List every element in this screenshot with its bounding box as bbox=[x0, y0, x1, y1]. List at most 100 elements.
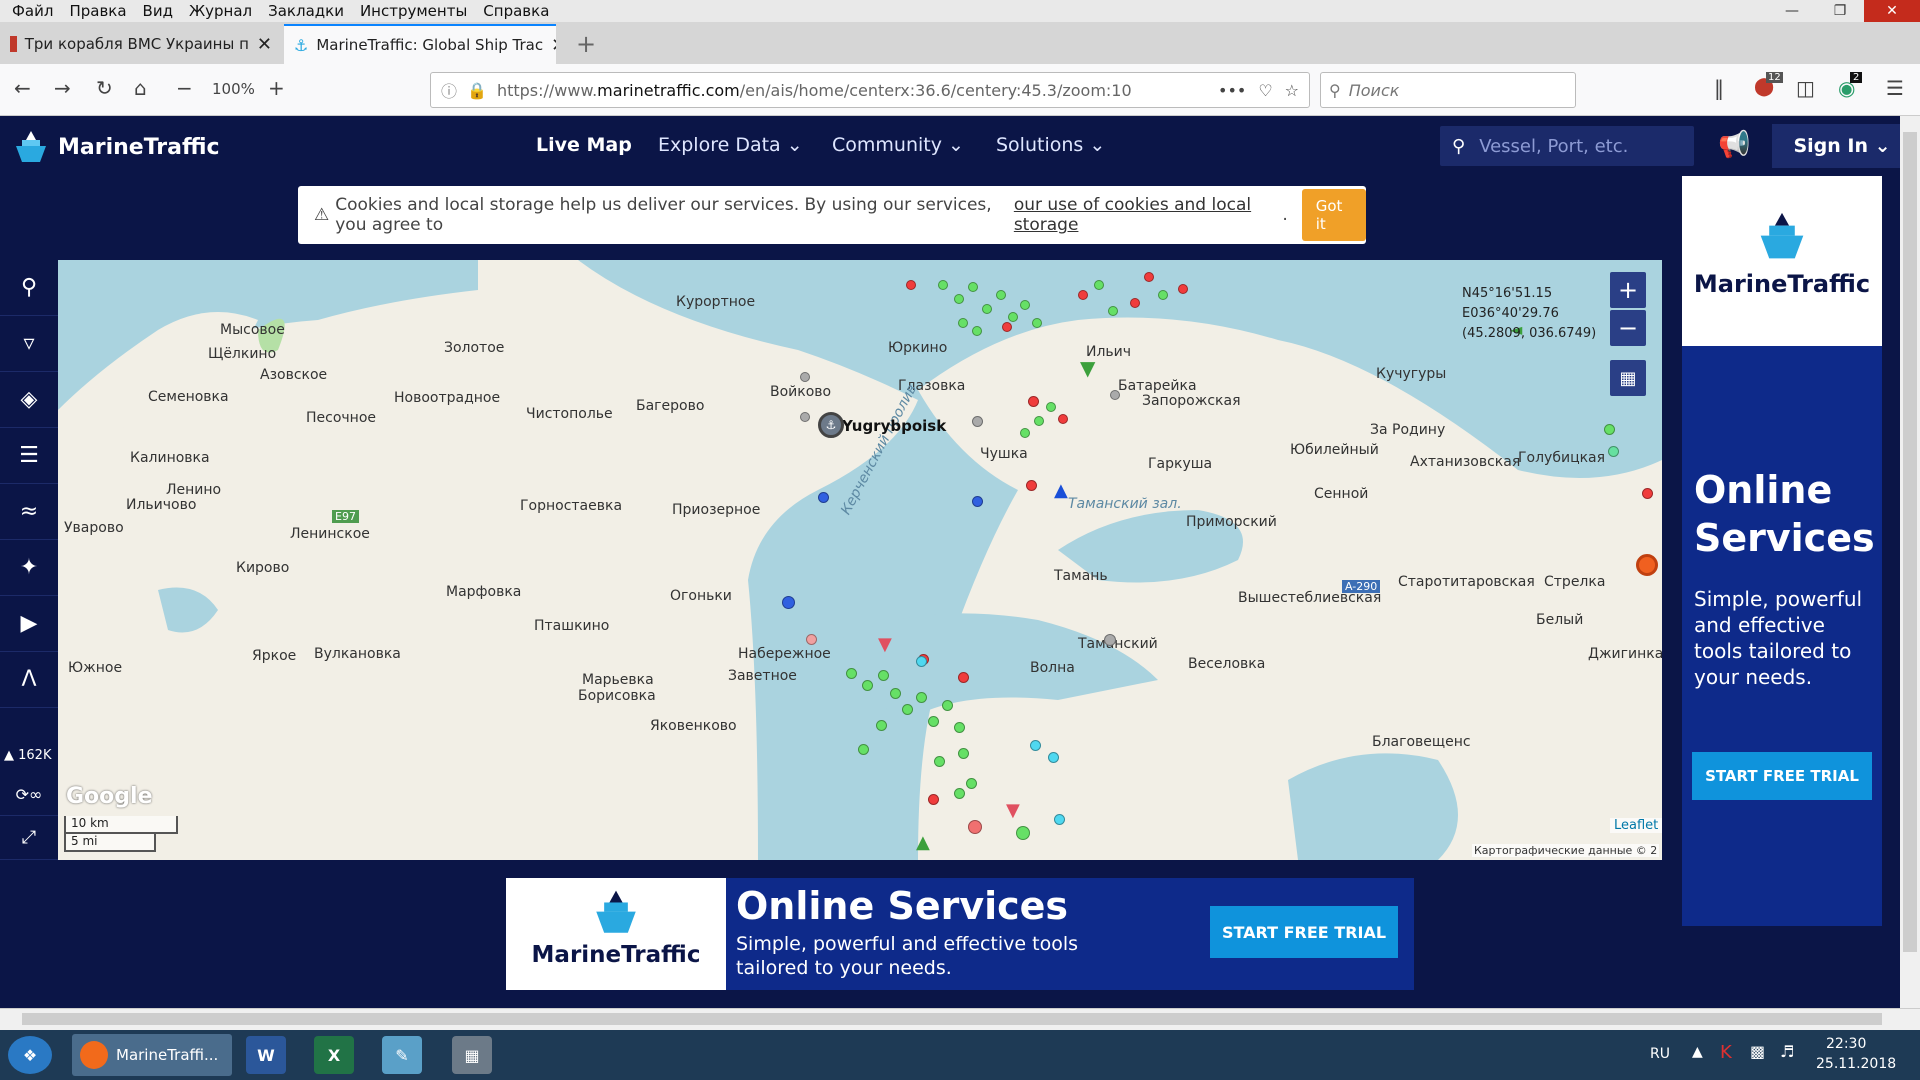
ship-arrow-icon[interactable]: ▼ bbox=[1080, 356, 1095, 380]
vessel-marker[interactable] bbox=[1108, 306, 1118, 316]
zoom-out-button[interactable]: − bbox=[1610, 310, 1646, 346]
vessel-marker[interactable] bbox=[954, 294, 964, 304]
refresh-icon[interactable]: ⟳∞ bbox=[0, 774, 58, 816]
map-attribution[interactable]: Картографические данные © 2 bbox=[1472, 844, 1660, 857]
home-icon[interactable]: ⌂ bbox=[134, 76, 147, 100]
close-tab-icon[interactable]: ✕ bbox=[249, 34, 272, 55]
vessel-marker[interactable] bbox=[1034, 416, 1044, 426]
vessel-marker[interactable] bbox=[972, 496, 983, 507]
language-indicator[interactable]: RU bbox=[1650, 1046, 1670, 1062]
browser-search-input[interactable]: ⚲ Поиск bbox=[1320, 72, 1576, 108]
nav-community[interactable]: Community ⌄ bbox=[832, 134, 964, 156]
nav-explore-data[interactable]: Explore Data ⌄ bbox=[658, 134, 803, 156]
vessel-marker[interactable] bbox=[800, 372, 810, 382]
minimize-icon[interactable]: — bbox=[1768, 0, 1816, 22]
ship-arrow-icon[interactable]: ▲ bbox=[916, 832, 930, 853]
vessel-marker[interactable] bbox=[890, 688, 901, 699]
vessel-marker[interactable] bbox=[1110, 390, 1120, 400]
vessel-marker[interactable] bbox=[1032, 318, 1042, 328]
vessel-marker[interactable] bbox=[782, 596, 795, 609]
vessel-marker[interactable] bbox=[958, 748, 969, 759]
scrollbar-thumb[interactable] bbox=[22, 1013, 1882, 1025]
vessel-marker[interactable] bbox=[968, 282, 978, 292]
announcement-megaphone-icon[interactable]: 📢 bbox=[1718, 130, 1750, 160]
vessel-marker[interactable] bbox=[966, 778, 977, 789]
start-button-icon[interactable]: ❖ bbox=[8, 1036, 52, 1074]
leaflet-link[interactable]: Leaflet bbox=[1610, 818, 1662, 833]
zoom-level[interactable]: 100% bbox=[212, 80, 255, 98]
ship-arrow-icon[interactable]: ▼ bbox=[1006, 800, 1020, 821]
vessel-marker[interactable] bbox=[858, 744, 869, 755]
close-tab-icon[interactable]: ✕ bbox=[543, 35, 556, 56]
word-icon[interactable]: W bbox=[246, 1036, 286, 1074]
calculator-icon[interactable]: ▦ bbox=[452, 1036, 492, 1074]
back-icon[interactable]: ← bbox=[14, 76, 31, 100]
ship-arrow-icon[interactable]: ▼ bbox=[878, 634, 892, 655]
vessel-marker[interactable] bbox=[1054, 814, 1065, 825]
menu-view[interactable]: Вид bbox=[135, 2, 181, 20]
vessel-marker[interactable] bbox=[958, 318, 968, 328]
menu-bookmarks[interactable]: Закладки bbox=[260, 2, 352, 20]
vessel-marker[interactable] bbox=[806, 634, 817, 645]
live-map[interactable]: Мысовое Щёлкино Азовское Семеновка Калин… bbox=[58, 260, 1662, 860]
ship-arrow-icon[interactable]: ▲ bbox=[1054, 480, 1068, 501]
library-icon[interactable]: ‖ bbox=[1714, 76, 1724, 100]
vessel-marker[interactable] bbox=[1608, 446, 1619, 457]
site-logo[interactable]: MarineTraffic bbox=[12, 128, 220, 166]
vessel-marker[interactable] bbox=[1002, 322, 1012, 332]
tab-marinetraffic[interactable]: ⚓ MarineTraffic: Global Ship Trac ✕ bbox=[284, 24, 556, 64]
vessel-marker[interactable] bbox=[972, 326, 982, 336]
vessel-marker[interactable] bbox=[878, 670, 889, 681]
cookie-policy-link[interactable]: our use of cookies and local storage bbox=[1014, 195, 1283, 235]
nav-solutions[interactable]: Solutions ⌄ bbox=[996, 134, 1105, 156]
vessel-marker[interactable] bbox=[972, 416, 983, 427]
vessel-marker[interactable] bbox=[1020, 428, 1030, 438]
vessel-marker[interactable] bbox=[1030, 740, 1041, 751]
window-close-icon[interactable]: ✕ bbox=[1864, 0, 1920, 22]
vessel-marker[interactable] bbox=[906, 280, 916, 290]
info-icon[interactable]: ⓘ bbox=[441, 78, 457, 102]
menu-file[interactable]: Файл bbox=[4, 2, 61, 20]
vessel-marker[interactable] bbox=[818, 492, 829, 503]
play-icon[interactable]: ▶ bbox=[0, 596, 58, 652]
vessel-marker[interactable] bbox=[876, 720, 887, 731]
menu-hamburger-icon[interactable]: ☰ bbox=[1886, 76, 1904, 100]
excel-icon[interactable]: X bbox=[314, 1036, 354, 1074]
volume-icon[interactable]: ♬ bbox=[1780, 1042, 1794, 1061]
scrollbar-thumb[interactable] bbox=[1903, 132, 1917, 952]
reload-icon[interactable]: ↻ bbox=[96, 76, 113, 100]
vessel-marker[interactable] bbox=[1046, 402, 1056, 412]
filter-icon[interactable]: ▿ bbox=[0, 316, 58, 372]
layers-icon[interactable]: ☰ bbox=[0, 428, 58, 484]
vessel-marker[interactable] bbox=[928, 794, 939, 805]
ad-banner-right[interactable]: MarineTraffic Online Services Simple, po… bbox=[1682, 176, 1882, 926]
vessel-marker[interactable] bbox=[942, 700, 953, 711]
address-bar[interactable]: ⓘ 🔒 https://www. marinetraffic.com/en/ais… bbox=[430, 72, 1310, 108]
sign-in-button[interactable]: Sign In ⌄ bbox=[1772, 124, 1912, 168]
vessel-marker[interactable] bbox=[1104, 634, 1116, 646]
vessel-marker[interactable] bbox=[862, 680, 873, 691]
tab-ukraine-news[interactable]: Три корабля ВМС Украины п ✕ bbox=[0, 24, 282, 64]
vessel-marker[interactable] bbox=[1008, 312, 1018, 322]
vessel-marker[interactable] bbox=[928, 716, 939, 727]
vessel-marker[interactable] bbox=[1016, 826, 1030, 840]
zoom-in-button[interactable]: + bbox=[1610, 272, 1646, 308]
menu-tools[interactable]: Инструменты bbox=[352, 2, 475, 20]
page-actions-icon[interactable]: ••• bbox=[1218, 81, 1246, 100]
route-icon[interactable]: Λ bbox=[0, 652, 58, 708]
vessel-marker[interactable] bbox=[1078, 290, 1088, 300]
vessel-search-input[interactable]: ⚲ Vessel, Port, etc. bbox=[1440, 126, 1694, 166]
vessel-marker[interactable] bbox=[968, 820, 982, 834]
vessel-marker[interactable] bbox=[1058, 414, 1068, 424]
nav-live-map[interactable]: Live Map bbox=[536, 134, 632, 156]
vessel-marker[interactable] bbox=[1130, 298, 1140, 308]
vessel-marker[interactable] bbox=[996, 290, 1006, 300]
vessel-marker[interactable] bbox=[916, 656, 927, 667]
map-type-icon[interactable]: ▦ bbox=[1610, 360, 1646, 396]
sidebar-icon[interactable]: ◫ bbox=[1796, 76, 1815, 100]
network-icon[interactable]: ▩ bbox=[1750, 1042, 1765, 1061]
vessel-marker[interactable] bbox=[846, 668, 857, 679]
vessel-marker[interactable] bbox=[1158, 290, 1168, 300]
vessel-marker[interactable] bbox=[800, 412, 810, 422]
horizontal-scrollbar[interactable] bbox=[0, 1008, 1920, 1030]
